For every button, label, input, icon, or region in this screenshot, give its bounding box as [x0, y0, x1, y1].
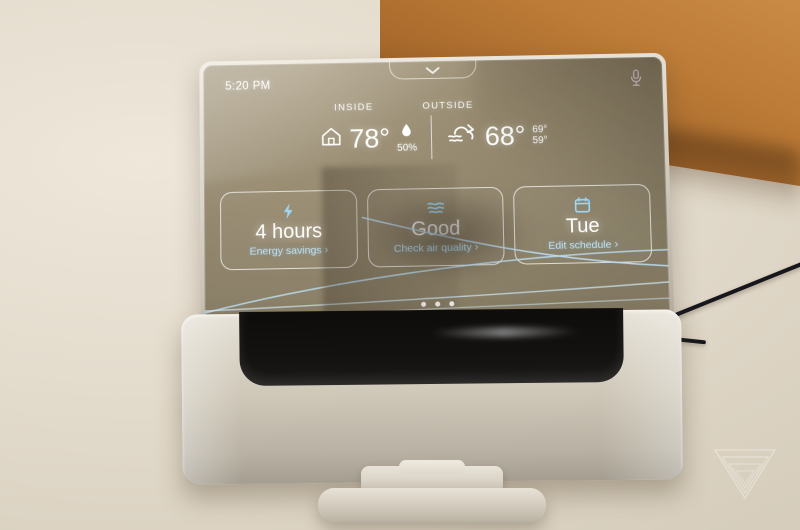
- card-energy-value: 4 hours: [255, 220, 323, 244]
- outside-readout[interactable]: 68° 69° 59°: [446, 120, 548, 151]
- chevron-right-icon: ›: [614, 238, 619, 251]
- card-air-quality-link[interactable]: Check air quality ›: [394, 241, 479, 255]
- the-verge-logo: [713, 449, 777, 500]
- display-screen: 5:20 PM INSIDE OUTSIDE 78° 50% 68° 69° 5…: [203, 56, 671, 326]
- card-air-quality-value: Good: [411, 217, 461, 241]
- calendar-icon: [573, 197, 590, 213]
- card-schedule-link-label: Edit schedule: [548, 238, 612, 252]
- card-energy-link[interactable]: Energy savings ›: [250, 244, 329, 258]
- chevron-down-icon: [425, 66, 441, 75]
- outside-low: 59°: [532, 135, 548, 147]
- home-icon: [320, 126, 342, 152]
- card-schedule[interactable]: Tue Edit schedule ›: [513, 183, 653, 265]
- photo-scene: 5:20 PM INSIDE OUTSIDE 78° 50% 68° 69° 5…: [0, 0, 800, 530]
- readout-values: 78° 50% 68° 69° 59°: [204, 111, 665, 163]
- card-schedule-value: Tue: [565, 214, 600, 238]
- base-cylinder: [181, 307, 683, 485]
- cloud-wind-icon: [446, 123, 478, 151]
- card-air-quality-link-label: Check air quality: [393, 241, 472, 255]
- outside-label: OUTSIDE: [422, 99, 474, 112]
- inside-readout[interactable]: 78° 50%: [320, 122, 417, 155]
- outside-high-low: 69° 59°: [532, 124, 548, 147]
- humidity-value: 50%: [397, 142, 418, 154]
- microphone-icon[interactable]: [629, 69, 643, 92]
- humidity-readout: 50%: [397, 122, 417, 153]
- stand-foot: [318, 488, 546, 522]
- card-energy-link-label: Energy savings: [249, 244, 322, 258]
- thermostat-device: 5:20 PM INSIDE OUTSIDE 78° 50% 68° 69° 5…: [181, 52, 683, 522]
- chevron-right-icon: ›: [474, 240, 479, 253]
- pull-down-handle[interactable]: [388, 56, 477, 80]
- inside-temperature: 78°: [349, 122, 391, 154]
- card-energy-savings[interactable]: 4 hours Energy savings ›: [219, 189, 358, 271]
- outside-high: 69°: [532, 123, 548, 135]
- readout-divider: [430, 115, 433, 160]
- card-schedule-link[interactable]: Edit schedule ›: [548, 238, 619, 252]
- card-air-quality[interactable]: Good Check air quality ›: [366, 186, 506, 268]
- lightning-bolt-icon: [282, 202, 294, 219]
- quick-action-cards: 4 hours Energy savings › Good Check air …: [219, 183, 653, 271]
- clock-time: 5:20 PM: [225, 80, 271, 93]
- chevron-right-icon: ›: [324, 243, 329, 256]
- water-drop-icon: [401, 122, 412, 141]
- device-base: [181, 288, 683, 522]
- base-screen-slot: [239, 307, 624, 387]
- inside-label: INSIDE: [334, 101, 374, 114]
- outside-temperature: 68°: [484, 120, 526, 151]
- thermostat-ui: 5:20 PM INSIDE OUTSIDE 78° 50% 68° 69° 5…: [203, 56, 670, 325]
- air-waves-icon: [426, 200, 445, 216]
